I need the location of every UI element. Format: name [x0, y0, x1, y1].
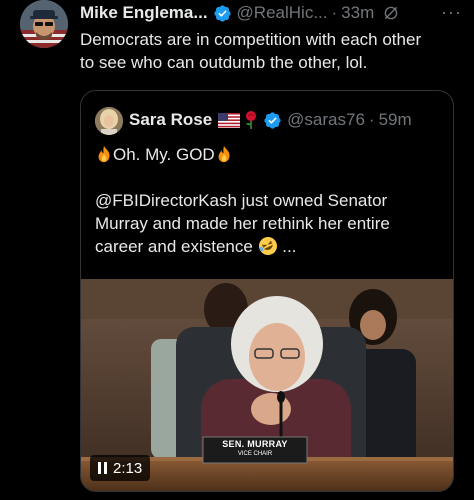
timestamp[interactable]: 33m: [341, 3, 374, 23]
tweet-text-line: to see who can outdumb the other, lol.: [80, 53, 368, 72]
verified-badge-icon: [213, 4, 231, 22]
quote-body-line: Murray and made her rethink her entire: [95, 214, 390, 233]
rofl-icon: [258, 237, 277, 255]
us-flag-icon: [218, 112, 241, 128]
author-avatar[interactable]: [20, 0, 68, 48]
tweet-header: Mike Englema... @RealHic... · 33m ···: [80, 2, 462, 24]
quote-text: Oh. My. GOD @FBIDirectorKash just owned …: [95, 143, 435, 258]
more-icon[interactable]: ···: [441, 2, 462, 23]
video-duration[interactable]: 2:13: [90, 455, 151, 481]
quote-header: Sara Rose @saras76 · 59m: [129, 108, 412, 132]
read-more-ellipsis[interactable]: ...: [282, 237, 296, 256]
duration-label: 2:13: [113, 459, 143, 477]
quote-body-line: career and existence: [95, 237, 253, 256]
video-player[interactable]: SEN. MURRAY VICE CHAIR 2:13: [81, 279, 453, 491]
quote-timestamp[interactable]: 59m: [379, 110, 412, 130]
verified-badge-icon: [264, 111, 281, 129]
quoted-tweet[interactable]: Sara Rose @saras76 · 59m Oh. My. GOD @FB…: [80, 90, 454, 492]
author-name[interactable]: Mike Englema...: [80, 3, 208, 23]
quote-heading: Oh. My. GOD: [113, 145, 215, 164]
author-handle[interactable]: @RealHic...: [237, 3, 328, 23]
pause-icon[interactable]: [98, 462, 107, 474]
tweet-text: Democrats are in competition with each o…: [80, 28, 460, 74]
fire-icon: [98, 145, 110, 163]
separator-dot: ·: [368, 110, 375, 129]
quote-author-name[interactable]: Sara Rose: [129, 110, 212, 130]
rose-icon: [246, 111, 257, 129]
separator-dot: ·: [331, 3, 338, 22]
quote-author-avatar[interactable]: [95, 107, 123, 135]
nameplate: SEN. MURRAY VICE CHAIR: [203, 439, 307, 458]
mention-link[interactable]: @FBIDirectorKash just owned Senator: [95, 191, 387, 210]
tweet[interactable]: Mike Englema... @RealHic... · 33m ··· De…: [0, 0, 474, 500]
nameplate-title: VICE CHAIR: [237, 451, 273, 457]
fire-icon: [218, 145, 230, 163]
quote-author-handle[interactable]: @saras76: [287, 110, 365, 130]
nameplate-name: SEN. MURRAY: [222, 439, 288, 449]
tweet-text-line: Democrats are in competition with each o…: [80, 30, 422, 49]
grok-icon[interactable]: [382, 4, 400, 22]
